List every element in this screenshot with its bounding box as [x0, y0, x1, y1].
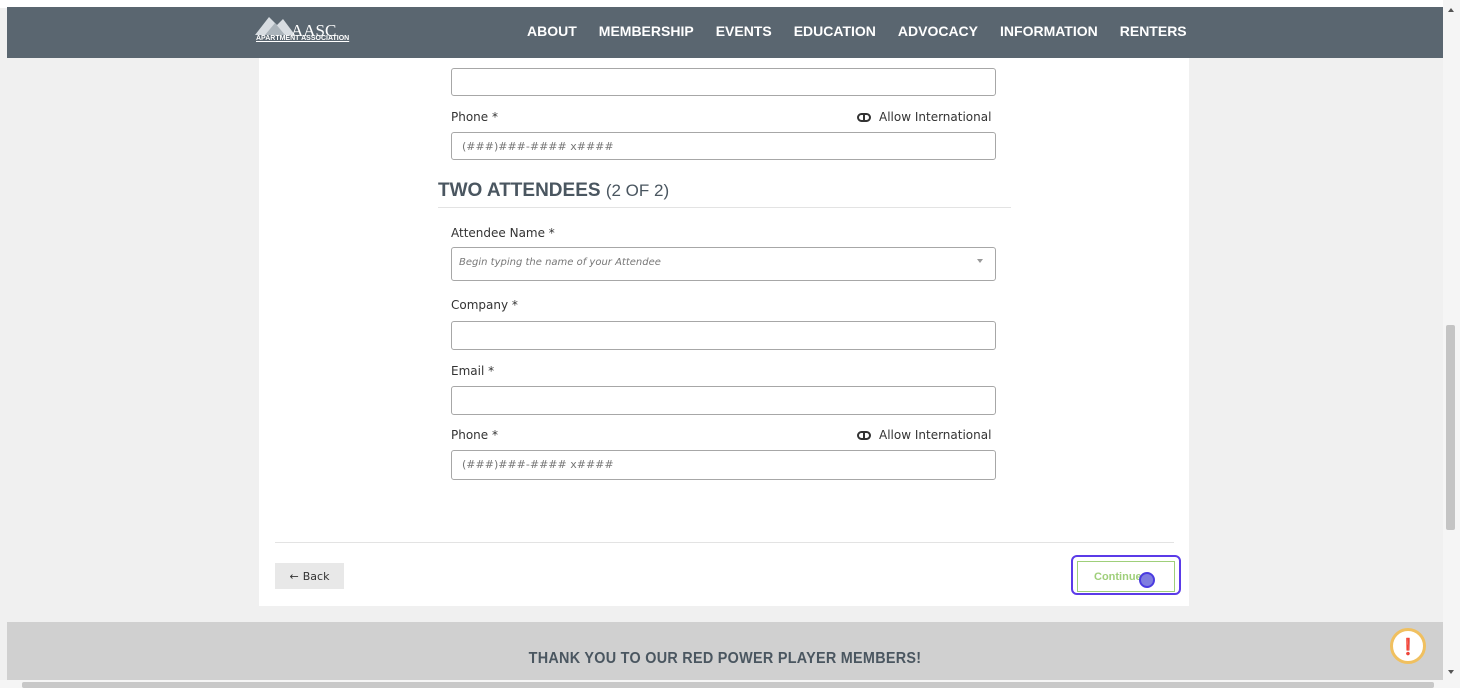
company-input[interactable]	[451, 321, 996, 350]
attendee2-phone-label: Phone *	[451, 428, 498, 442]
chevron-down-icon	[977, 259, 983, 263]
arrow-left-icon: ←	[289, 569, 299, 583]
nav-information[interactable]: INFORMATION	[1000, 23, 1098, 39]
allow-international-label: Allow International	[879, 110, 992, 124]
chat-widget-button[interactable]: ❗	[1390, 628, 1426, 664]
attendee2-allow-international[interactable]: Allow International	[857, 428, 991, 442]
section-count: (2 OF 2)	[605, 181, 670, 200]
continue-label: Continue	[1094, 570, 1142, 583]
nav-renters[interactable]: RENTERS	[1120, 23, 1187, 39]
footer-text: THANK YOU TO OUR RED POWER PLAYER MEMBER…	[528, 650, 922, 667]
attendee-name-select[interactable]: Begin typing the name of your Attendee	[451, 247, 996, 281]
scroll-up-arrow-icon[interactable]	[1448, 8, 1454, 12]
main-nav: ABOUT MEMBERSHIP EVENTS EDUCATION ADVOCA…	[527, 23, 1209, 39]
phone-placeholder: (###)###-#### x####	[462, 458, 614, 471]
nav-advocacy[interactable]: ADVOCACY	[898, 23, 978, 39]
nav-events[interactable]: EVENTS	[716, 23, 772, 39]
attendee1-phone-label: Phone *	[451, 110, 498, 124]
attendee-name-placeholder: Begin typing the name of your Attendee	[459, 257, 661, 268]
back-button[interactable]: ← Back	[275, 563, 344, 589]
section-title-text: TWO ATTENDEES	[438, 180, 601, 201]
phone-placeholder: (###)###-#### x####	[462, 140, 614, 153]
toggle-icon	[857, 112, 871, 122]
toggle-icon	[857, 430, 871, 440]
section-title: TWO ATTENDEES (2 OF 2)	[438, 180, 669, 202]
scroll-down-arrow-icon[interactable]	[1448, 670, 1454, 674]
continue-button[interactable]: Continue ›	[1077, 561, 1175, 592]
chat-icon: ❗	[1398, 636, 1418, 656]
nav-membership[interactable]: MEMBERSHIP	[599, 23, 694, 39]
allow-international-label: Allow International	[879, 428, 992, 442]
section-divider	[438, 207, 1011, 208]
attendee2-phone-input[interactable]: (###)###-#### x####	[451, 450, 996, 480]
email-label: Email *	[451, 364, 495, 378]
logo-subtext: APARTMENT ASSOCIATION	[256, 35, 350, 42]
company-label: Company *	[451, 298, 518, 312]
vertical-scroll-thumb[interactable]	[1446, 325, 1455, 530]
back-label: Back	[302, 569, 330, 583]
cursor-indicator	[1139, 572, 1155, 588]
actions-divider	[275, 542, 1174, 543]
mountain-icon	[255, 17, 295, 35]
nav-education[interactable]: EDUCATION	[794, 23, 876, 39]
aasc-logo[interactable]: AASC APARTMENT ASSOCIATION	[247, 13, 349, 49]
attendee1-allow-international[interactable]: Allow International	[857, 110, 991, 124]
attendee1-phone-input[interactable]: (###)###-#### x####	[451, 132, 996, 160]
nav-about[interactable]: ABOUT	[527, 23, 577, 39]
site-header: AASC APARTMENT ASSOCIATION ABOUT MEMBERS…	[7, 7, 1443, 58]
attendee1-email-input[interactable]	[451, 68, 996, 96]
footer-banner: THANK YOU TO OUR RED POWER PLAYER MEMBER…	[7, 622, 1443, 688]
attendee-name-label: Attendee Name *	[451, 226, 555, 240]
horizontal-scroll-thumb[interactable]	[22, 682, 1434, 688]
email-input[interactable]	[451, 386, 996, 415]
